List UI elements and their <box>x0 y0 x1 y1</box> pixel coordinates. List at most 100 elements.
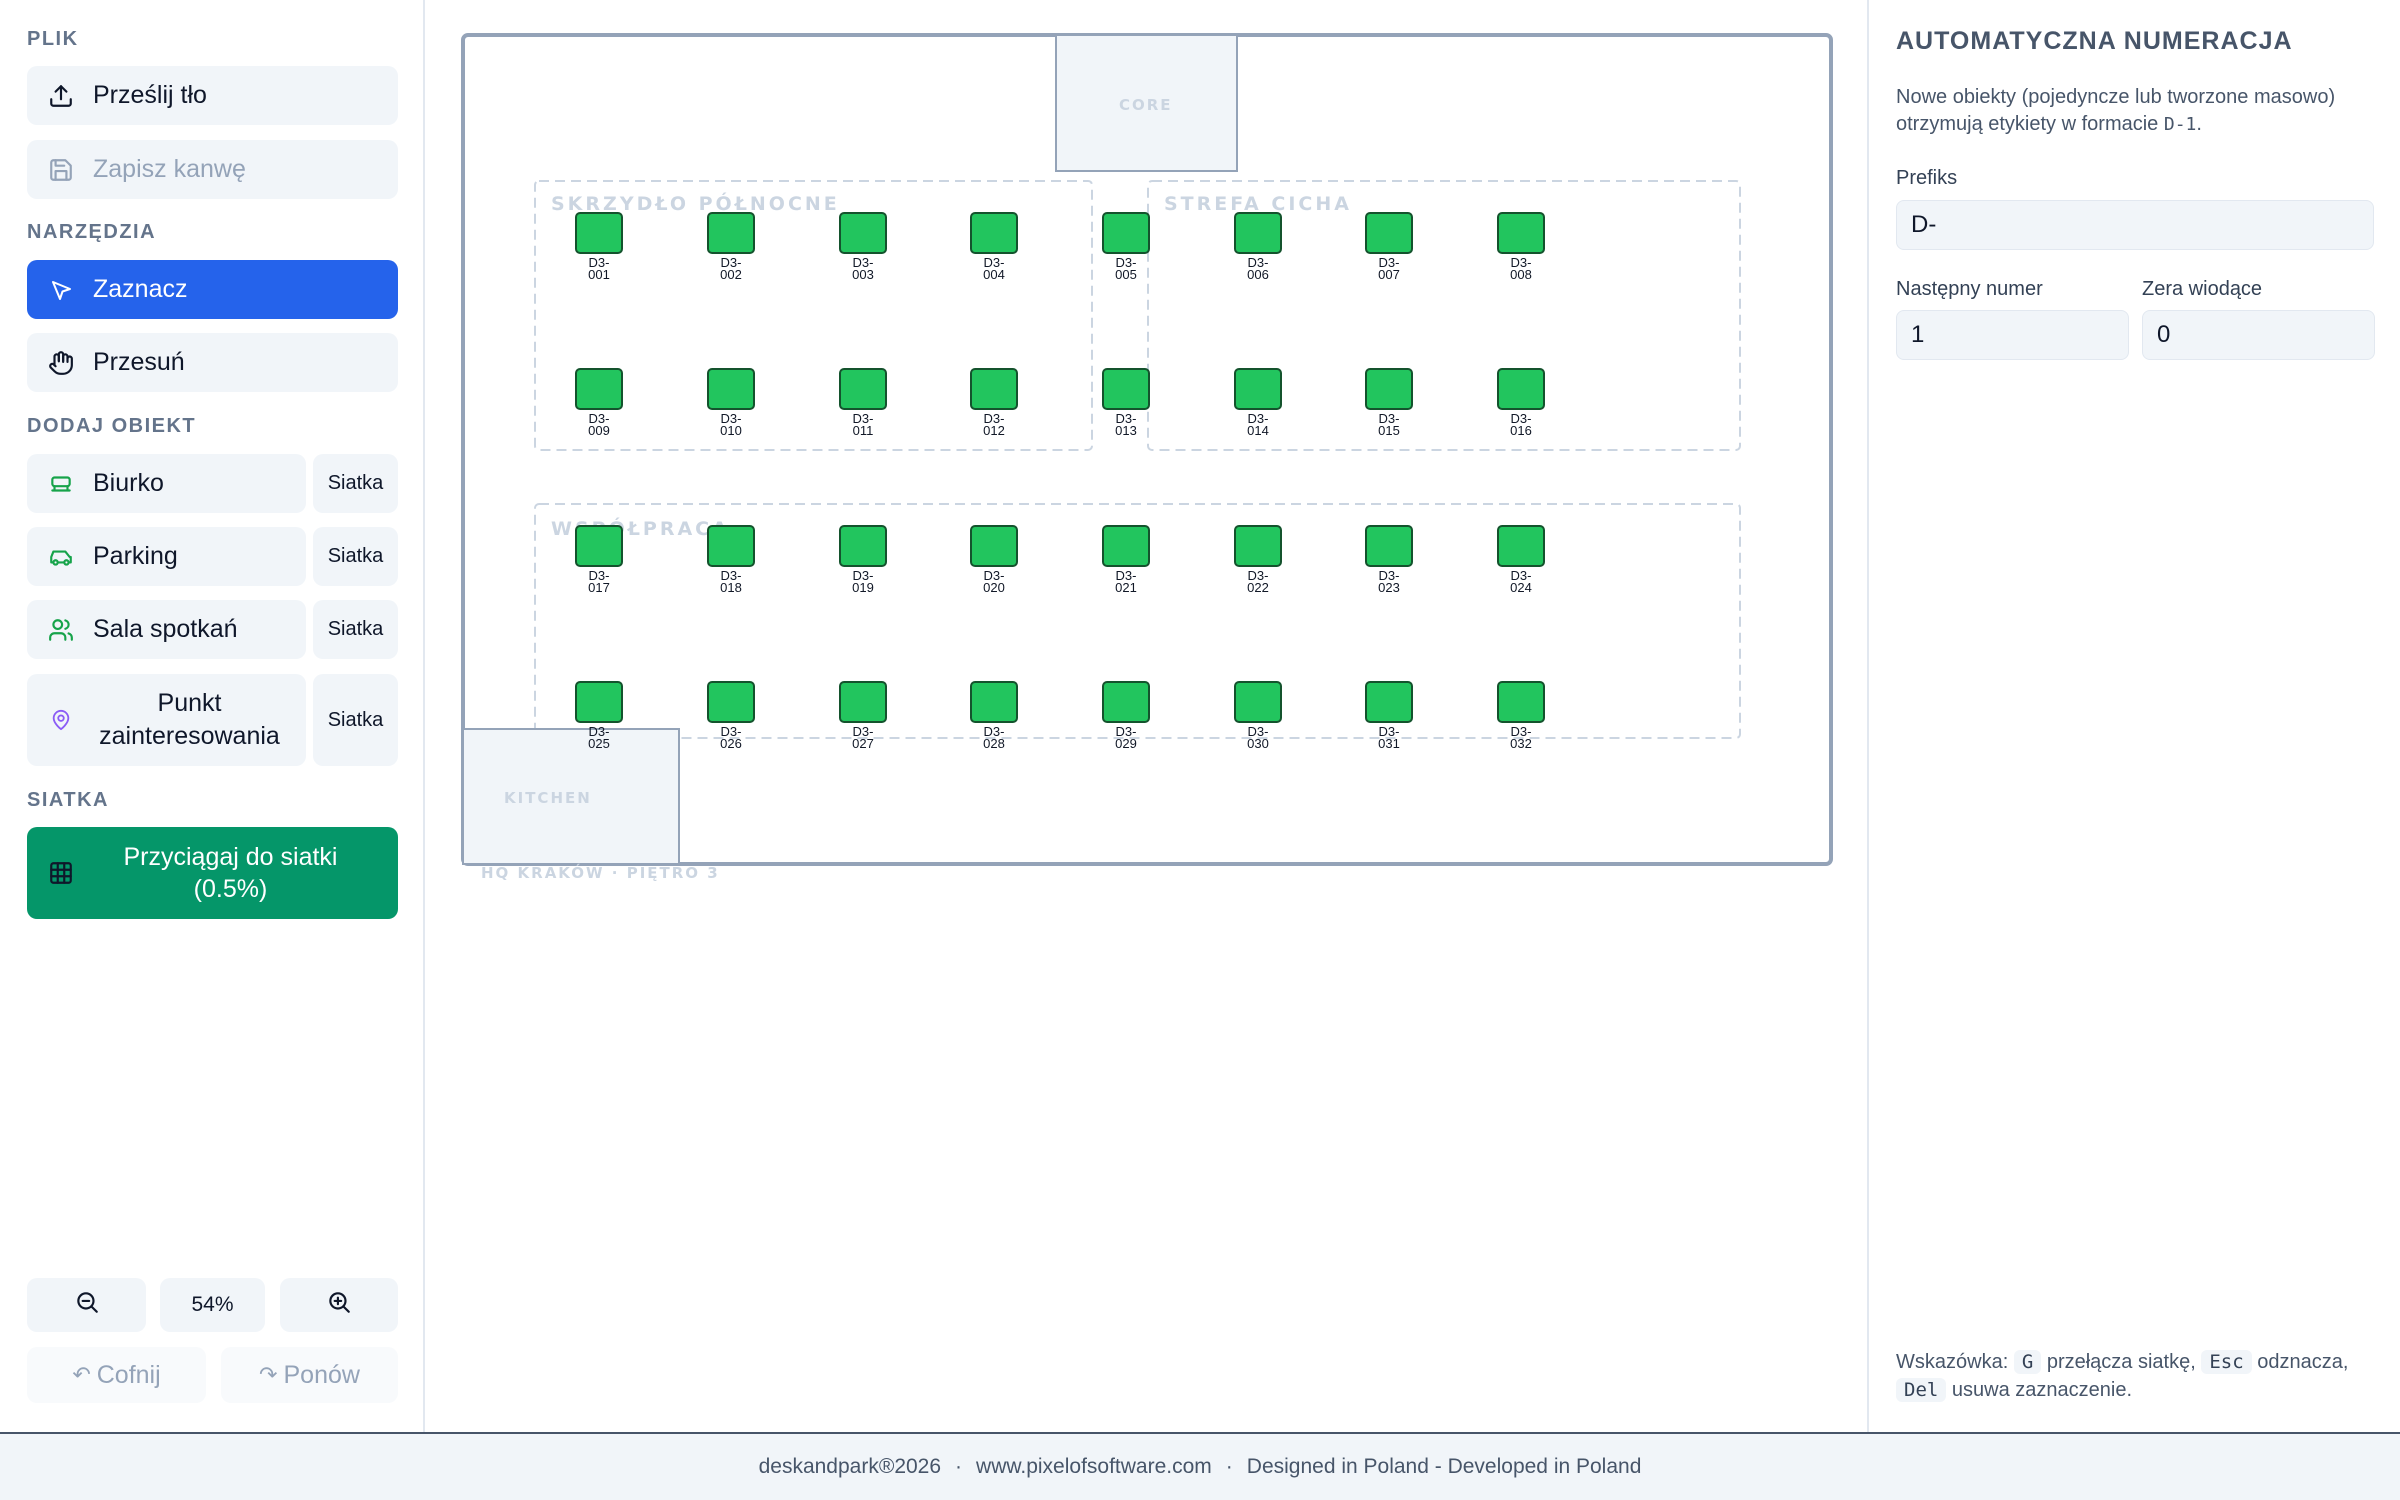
room-kitchen-label: KITCHEN <box>504 789 592 807</box>
add-desk-button[interactable]: Biurko <box>27 454 306 513</box>
desk-shape[interactable] <box>575 368 623 410</box>
add-desk-grid-button[interactable]: Siatka <box>313 454 398 513</box>
move-tool-button[interactable]: Przesuń <box>27 333 398 392</box>
desk-icon <box>47 470 75 498</box>
hint-key-esc: Esc <box>2201 1350 2252 1374</box>
add-meeting-room-grid-button[interactable]: Siatka <box>313 600 398 659</box>
pointer-icon <box>47 276 75 304</box>
desk-label: 011 <box>853 423 874 438</box>
next-number-input[interactable] <box>1896 310 2129 360</box>
desk-label: 017 <box>588 580 610 595</box>
desk-label: 005 <box>1115 267 1137 282</box>
panel-description: Nowe obiekty (pojedyncze lub tworzone ma… <box>1896 84 2376 138</box>
upload-background-button[interactable]: Prześlij tło <box>27 66 398 125</box>
footer-site-link[interactable]: www.pixelofsoftware.com <box>976 1455 1212 1479</box>
desk-shape[interactable] <box>839 681 887 723</box>
room-core-label: CORE <box>1119 96 1173 114</box>
desk-shape[interactable] <box>707 525 755 567</box>
redo-button[interactable]: ↷ Ponów <box>221 1347 398 1403</box>
desk-shape[interactable] <box>970 681 1018 723</box>
desk-shape[interactable] <box>1365 368 1413 410</box>
desk-shape[interactable] <box>1497 212 1545 254</box>
leading-zeros-input[interactable] <box>2142 310 2375 360</box>
desk-label: 018 <box>720 580 742 595</box>
floor-label: HQ KRAKÓW · PIĘTRO 3 <box>481 863 720 882</box>
upload-background-label: Prześlij tło <box>93 81 207 109</box>
canvas-area[interactable]: SKRZYDŁO PÓŁNOCNE STREFA CICHA WSPÓŁPRAC… <box>427 0 1867 1432</box>
desk-shape[interactable] <box>1102 368 1150 410</box>
floor-plan[interactable]: SKRZYDŁO PÓŁNOCNE STREFA CICHA WSPÓŁPRAC… <box>427 0 1867 1432</box>
desk-shape[interactable] <box>1234 681 1282 723</box>
desk-shape[interactable] <box>1365 525 1413 567</box>
desk-label: 026 <box>720 736 742 751</box>
desk-shape[interactable] <box>839 525 887 567</box>
desk-shape[interactable] <box>1102 212 1150 254</box>
desk-shape[interactable] <box>1497 681 1545 723</box>
desk-label: 002 <box>720 267 742 282</box>
section-title-tools: NARZĘDZIA <box>27 221 157 243</box>
desk-shape[interactable] <box>1102 681 1150 723</box>
desk-label: 029 <box>1115 736 1137 751</box>
footer-separator: · <box>1225 1455 1233 1478</box>
desk-label: 023 <box>1378 580 1400 595</box>
snap-to-grid-toggle[interactable]: Przyciągaj do siatki (0.5%) <box>27 827 398 919</box>
desk-label: 009 <box>588 423 610 438</box>
add-meeting-room-button[interactable]: Sala spotkań <box>27 600 306 659</box>
desk-shape[interactable] <box>707 681 755 723</box>
redo-label: Ponów <box>283 1360 360 1389</box>
add-parking-button[interactable]: Parking <box>27 527 306 586</box>
desk-shape[interactable] <box>1365 212 1413 254</box>
desk-shape[interactable] <box>839 212 887 254</box>
undo-button[interactable]: ↶ Cofnij <box>27 1347 206 1403</box>
desk-label: 019 <box>852 580 874 595</box>
select-tool-button[interactable]: Zaznacz <box>27 260 398 319</box>
zoom-level: 54% <box>160 1278 265 1332</box>
desk-label: 027 <box>852 736 874 751</box>
add-desk-label: Biurko <box>93 469 164 497</box>
panel-description-code: D-1 <box>2163 114 2197 135</box>
footer: deskandpark®2026 · www.pixelofsoftware.c… <box>0 1432 2400 1500</box>
zoom-out-button[interactable] <box>27 1278 146 1332</box>
footer-tagline: Designed in Poland - Developed in Poland <box>1246 1455 1642 1478</box>
desk-shape[interactable] <box>707 368 755 410</box>
hint-text-grid: przełącza siatkę, <box>2046 1351 2196 1373</box>
add-parking-grid-button[interactable]: Siatka <box>313 527 398 586</box>
add-poi-button[interactable]: Punkt zainteresowania <box>27 674 306 766</box>
desk-shape[interactable] <box>575 681 623 723</box>
desk-shape[interactable] <box>970 525 1018 567</box>
desk-shape[interactable] <box>1234 212 1282 254</box>
add-poi-label: Punkt zainteresowania <box>99 689 280 750</box>
save-canvas-button[interactable]: Zapisz kanwę <box>27 140 398 199</box>
add-poi-grid-button[interactable]: Siatka <box>313 674 398 766</box>
hint-text-delete: usuwa zaznaczenie. <box>1951 1379 2132 1401</box>
desk-shape[interactable] <box>1497 368 1545 410</box>
desk-label: 010 <box>720 423 742 438</box>
desk-shape[interactable] <box>1365 681 1413 723</box>
desk-shape[interactable] <box>575 525 623 567</box>
desk-shape[interactable] <box>1234 368 1282 410</box>
desk-label: 021 <box>1115 580 1137 595</box>
footer-brand: deskandpark®2026 <box>758 1455 942 1478</box>
desk-shape[interactable] <box>1102 525 1150 567</box>
desk-shape[interactable] <box>970 368 1018 410</box>
upload-icon <box>47 82 75 110</box>
desk-shape[interactable] <box>707 212 755 254</box>
desk-shape[interactable] <box>1497 525 1545 567</box>
map-pin-icon <box>47 706 75 734</box>
keyboard-hint: Wskazówka: G przełącza siatkę, Esc odzna… <box>1896 1348 2366 1404</box>
zoom-out-icon <box>74 1289 100 1321</box>
desk-shape[interactable] <box>970 212 1018 254</box>
prefix-input[interactable] <box>1896 200 2374 250</box>
car-icon <box>47 543 75 571</box>
desk-label: 016 <box>1510 423 1532 438</box>
desk-label: 007 <box>1378 267 1400 282</box>
zoom-in-button[interactable] <box>280 1278 398 1332</box>
desk-shape[interactable] <box>1234 525 1282 567</box>
desk-shape[interactable] <box>839 368 887 410</box>
undo-icon: ↶ <box>72 1362 91 1387</box>
next-number-label: Następny numer <box>1896 278 2043 300</box>
prefix-label: Prefiks <box>1896 167 1958 189</box>
desk-shape[interactable] <box>575 212 623 254</box>
footer-separator: · <box>955 1455 963 1478</box>
left-sidebar: PLIK Prześlij tło Zapisz kanwę NARZĘDZIA… <box>0 0 425 1432</box>
